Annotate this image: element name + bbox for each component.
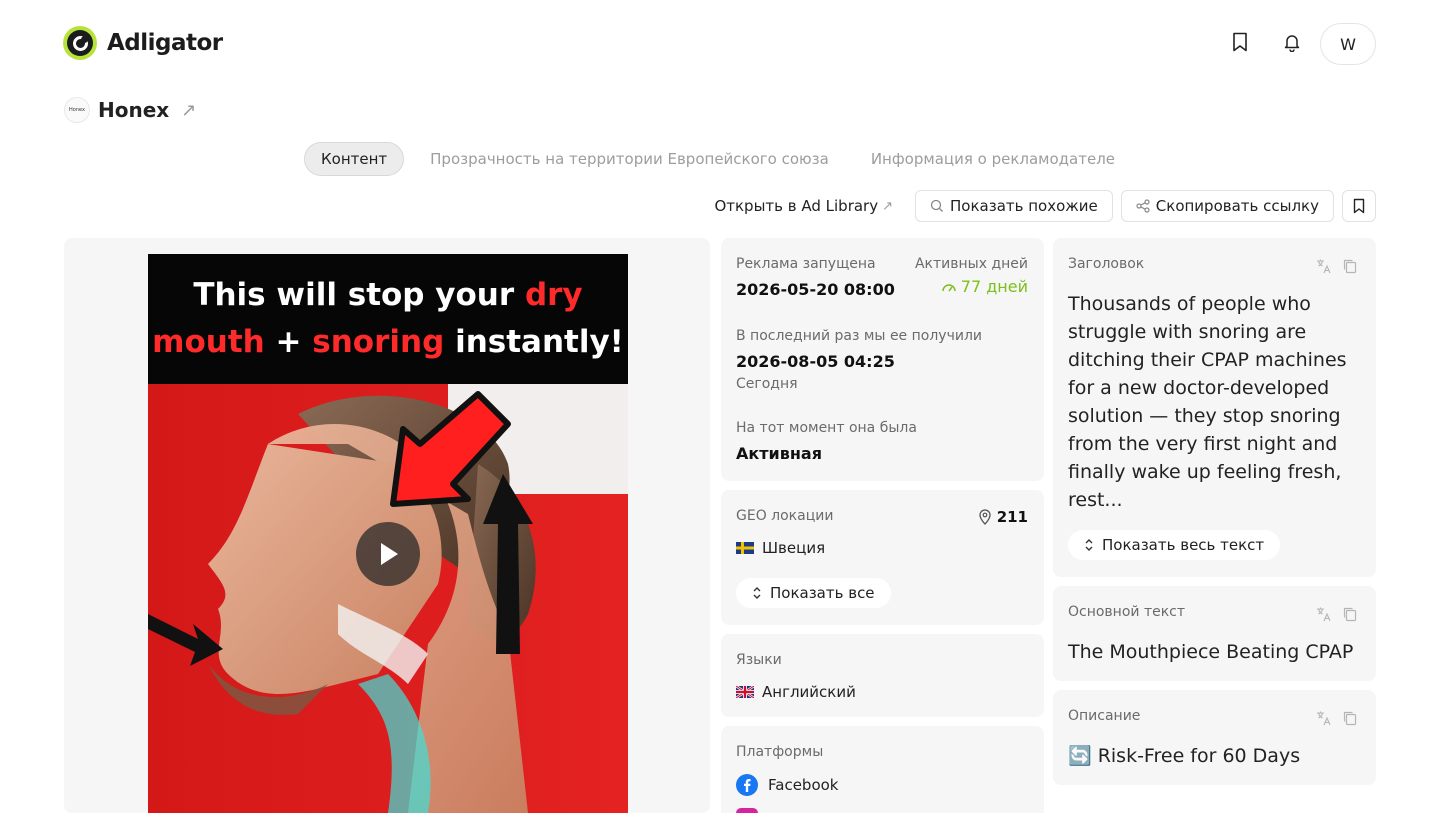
show-full-text-label: Показать весь текст bbox=[1102, 536, 1265, 554]
languages-card: Языки Английский bbox=[721, 634, 1044, 717]
instagram-icon bbox=[736, 808, 758, 813]
translate-icon[interactable] bbox=[1316, 258, 1332, 274]
ad-video-frame bbox=[148, 384, 628, 813]
geo-country: Швеция bbox=[736, 539, 825, 557]
active-days: 77 дней bbox=[941, 277, 1028, 296]
geo-label: GEO локации bbox=[736, 508, 834, 524]
caption-line-2: mouth + snoring instantly! bbox=[152, 324, 624, 360]
logo-icon bbox=[63, 26, 97, 60]
advertiser-name[interactable]: Honex bbox=[98, 98, 169, 122]
advertiser-logo: Honex bbox=[64, 97, 90, 123]
body-text-card: Основной текст The Mouthpiece Beating CP… bbox=[1053, 586, 1376, 681]
location-pin-icon bbox=[979, 509, 991, 525]
uk-flag-icon bbox=[736, 686, 754, 698]
show-full-text-button[interactable]: Показать весь текст bbox=[1068, 530, 1281, 560]
ad-video[interactable]: This will stop your dry mouth + snoring … bbox=[148, 254, 628, 813]
headline-label: Заголовок bbox=[1068, 256, 1145, 272]
user-avatar[interactable]: W bbox=[1320, 23, 1376, 65]
open-ad-library-link[interactable]: Открыть в Ad Library ↗ bbox=[714, 197, 893, 215]
copy-icon[interactable] bbox=[1342, 606, 1358, 622]
ad-video-caption: This will stop your dry mouth + snoring … bbox=[148, 254, 628, 384]
platform-name: Facebook bbox=[768, 776, 839, 794]
language-item: Английский bbox=[736, 683, 856, 701]
platforms-label: Платформы bbox=[736, 744, 824, 760]
geo-count: 211 bbox=[979, 508, 1028, 526]
headline-card: Заголовок Thousands of people who strugg… bbox=[1053, 238, 1376, 577]
facebook-icon bbox=[736, 774, 758, 796]
play-icon bbox=[381, 543, 398, 565]
geo-country-name: Швеция bbox=[762, 539, 826, 557]
save-ad-button[interactable] bbox=[1342, 190, 1376, 222]
headline-text: Thousands of people who struggle with sn… bbox=[1068, 293, 1347, 511]
language-name: Английский bbox=[762, 683, 856, 701]
translate-icon[interactable] bbox=[1316, 606, 1332, 622]
body-text-value: The Mouthpiece Beating CPAP bbox=[1068, 641, 1354, 663]
open-ad-library-label: Открыть в Ad Library bbox=[714, 197, 879, 215]
translate-icon[interactable] bbox=[1316, 710, 1332, 726]
ad-media-card: This will stop your dry mouth + snoring … bbox=[64, 238, 710, 813]
copy-link-label: Скопировать ссылку bbox=[1155, 197, 1319, 215]
description-card: Описание 🔄 Risk-Free for 60 Days bbox=[1053, 690, 1376, 785]
status-label: На тот момент она была bbox=[736, 420, 917, 436]
logo-text: Adligator bbox=[107, 30, 223, 56]
bookmark-icon bbox=[1353, 198, 1365, 214]
tab-content[interactable]: Контент bbox=[304, 142, 405, 176]
app-logo[interactable]: Adligator bbox=[63, 26, 223, 60]
headline-tools bbox=[1316, 258, 1358, 274]
advertiser-header: Honex Honex ↗ bbox=[64, 97, 196, 123]
top-header: Adligator W bbox=[0, 0, 1440, 88]
show-similar-label: Показать похожие bbox=[950, 197, 1098, 215]
content-tabs: Контент Прозрачность на территории Европ… bbox=[304, 142, 1141, 176]
geo-card: GEO локации 211 Швеция Показать все bbox=[721, 490, 1044, 625]
description-text: 🔄 Risk-Free for 60 Days bbox=[1068, 745, 1301, 767]
status-value: Активная bbox=[736, 444, 822, 463]
tab-eu-transparency[interactable]: Прозрачность на территории Европейского … bbox=[414, 143, 845, 175]
bell-icon[interactable] bbox=[1280, 30, 1304, 54]
sweden-flag-icon bbox=[736, 542, 754, 554]
caption-line-1: This will stop your dry bbox=[193, 277, 583, 313]
last-seen-label: В последний раз мы ее получили bbox=[736, 328, 982, 344]
speedometer-icon bbox=[942, 283, 956, 291]
copy-icon[interactable] bbox=[1342, 710, 1358, 726]
body-text-label: Основной текст bbox=[1068, 604, 1186, 620]
show-all-geo-label: Показать все bbox=[770, 584, 875, 602]
last-seen-sub: Сегодня bbox=[736, 376, 798, 392]
play-button[interactable] bbox=[356, 522, 420, 586]
external-link-icon[interactable]: ↗ bbox=[181, 100, 196, 121]
body-text-tools bbox=[1316, 606, 1358, 622]
launched-value: 2026-05-20 08:00 bbox=[736, 280, 895, 299]
ad-dates-card: Реклама запущена 2026-05-20 08:00 Активн… bbox=[721, 238, 1044, 481]
expand-icon bbox=[753, 587, 761, 599]
platform-item: Facebook bbox=[736, 774, 838, 796]
languages-label: Языки bbox=[736, 652, 782, 668]
description-label: Описание bbox=[1068, 708, 1141, 724]
launched-label: Реклама запущена bbox=[736, 256, 876, 272]
tab-advertiser-info[interactable]: Информация о рекламодателе bbox=[855, 143, 1131, 175]
active-days-label: Активных дней bbox=[914, 256, 1028, 272]
bookmark-icon[interactable] bbox=[1228, 30, 1252, 54]
last-seen-value: 2026-08-05 04:25 bbox=[736, 352, 895, 371]
expand-icon bbox=[1085, 539, 1093, 551]
copy-icon[interactable] bbox=[1342, 258, 1358, 274]
geo-count-value: 211 bbox=[996, 508, 1028, 526]
copy-link-button[interactable]: Скопировать ссылку bbox=[1120, 190, 1334, 222]
platforms-card: Платформы Facebook bbox=[721, 726, 1044, 813]
external-link-icon: ↗ bbox=[882, 198, 894, 214]
description-tools bbox=[1316, 710, 1358, 726]
ad-actions: Открыть в Ad Library ↗ Показать похожие … bbox=[714, 190, 1376, 222]
show-all-geo-button[interactable]: Показать все bbox=[736, 578, 891, 608]
search-icon bbox=[930, 199, 943, 212]
share-icon bbox=[1136, 199, 1150, 213]
active-days-value: 77 дней bbox=[960, 277, 1028, 296]
show-similar-button[interactable]: Показать похожие bbox=[915, 190, 1113, 222]
